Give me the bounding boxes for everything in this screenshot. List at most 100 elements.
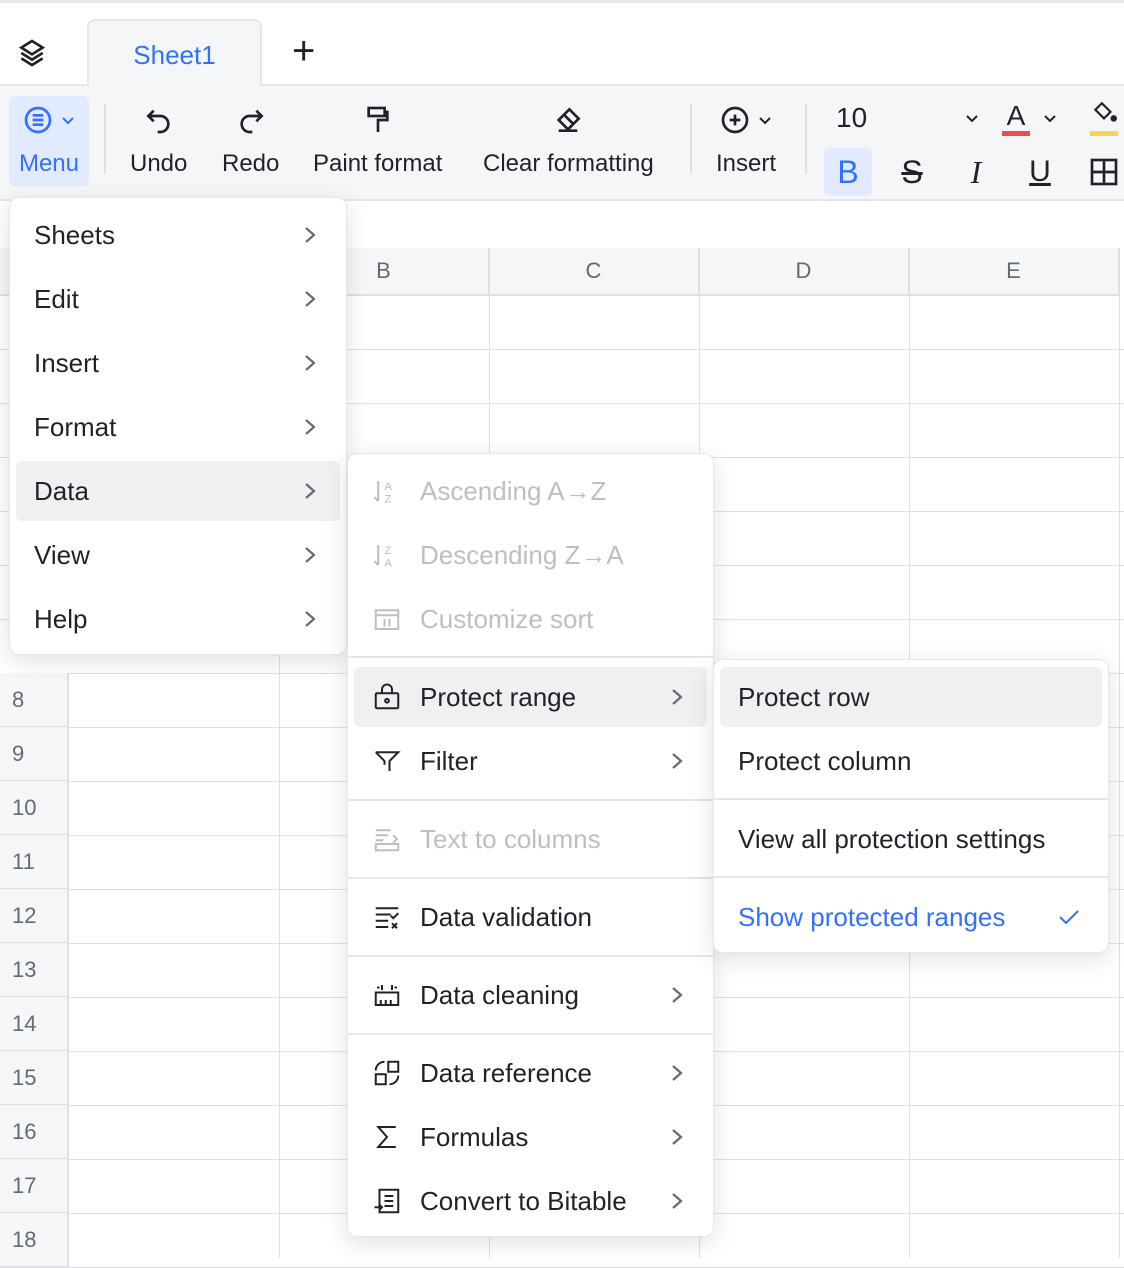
data-menu-item-formulas[interactable]: Formulas — [354, 1107, 707, 1167]
menu-item-sheets[interactable]: Sheets — [16, 205, 340, 265]
row-header[interactable]: 17 — [0, 1159, 69, 1213]
menu-item-label: Data cleaning — [420, 979, 579, 1010]
chevron-right-icon — [672, 1193, 683, 1209]
text-to-columns-icon — [374, 829, 400, 852]
data-menu-item-customize-sort[interactable]: Customize sort — [354, 589, 707, 649]
redo-button[interactable]: Redo — [216, 96, 285, 186]
italic-button[interactable]: I — [952, 148, 1000, 196]
chevron-right-icon — [305, 483, 316, 499]
text-color-button[interactable]: A — [1002, 98, 1066, 138]
menu-icon — [24, 106, 52, 134]
row-header[interactable]: 8 — [0, 673, 69, 727]
menu-item-label: Show protected ranges — [738, 901, 1006, 932]
fill-color-swatch — [1090, 131, 1118, 136]
svg-text:Z: Z — [385, 493, 392, 505]
row-header[interactable]: 18 — [0, 1213, 69, 1267]
column-header-e[interactable]: E — [909, 248, 1119, 296]
chevron-right-icon — [305, 227, 316, 243]
data-cleaning-icon — [374, 985, 400, 1006]
menu-divider — [714, 876, 1108, 878]
menu-item-format[interactable]: Format — [16, 397, 340, 457]
data-menu-item-descending-z-a[interactable]: Z A Descending Z→A — [354, 525, 707, 585]
redo-label: Redo — [222, 150, 280, 177]
undo-button[interactable]: Undo — [124, 96, 193, 186]
menu-item-label: Edit — [34, 283, 79, 314]
sigma-icon — [376, 1126, 396, 1148]
menu-item-label: Customize sort — [420, 603, 594, 634]
underline-button[interactable]: U — [1016, 148, 1064, 196]
chevron-right-icon — [305, 611, 316, 627]
menu-item-label: Insert — [34, 347, 100, 378]
menu-item-edit[interactable]: Edit — [16, 269, 340, 329]
row-header[interactable]: 13 — [0, 943, 69, 997]
sort-ascending-icon: AZ — [373, 481, 393, 505]
filter-icon — [375, 751, 401, 771]
strikethrough-button[interactable]: S — [888, 148, 936, 196]
data-menu-item-data-reference[interactable]: Data reference — [354, 1043, 707, 1103]
data-menu-item-filter[interactable]: Filter — [354, 731, 707, 791]
data-validation-icon — [375, 907, 399, 929]
menu-button[interactable]: Menu — [9, 96, 89, 186]
sort-descending-icon: ZA — [373, 545, 393, 569]
menu-divider — [348, 1033, 713, 1035]
undo-label: Undo — [130, 150, 188, 177]
menu-item-label: Sheets — [34, 219, 115, 250]
layers-icon[interactable] — [16, 37, 48, 69]
chevron-right-icon — [305, 355, 316, 371]
chevron-right-icon — [305, 419, 316, 435]
menu-item-label: Formulas — [420, 1121, 529, 1152]
row-header[interactable]: 10 — [0, 781, 69, 835]
data-menu-item-convert-to-bitable[interactable]: Convert to Bitable — [354, 1171, 707, 1231]
menu-item-label: Descending Z→A — [420, 539, 624, 570]
menu-item-label: Protect range — [420, 681, 577, 712]
protect-menu-item-show-protected-ranges[interactable]: Show protected ranges — [720, 887, 1102, 947]
row-header[interactable]: 15 — [0, 1051, 69, 1105]
data-reference-icon — [374, 1060, 400, 1086]
protect-menu-item-view-all-protection-settings[interactable]: View all protection settings — [720, 809, 1102, 869]
menu-item-help[interactable]: Help — [16, 589, 340, 649]
divider — [690, 104, 692, 174]
menu-item-data[interactable]: Data — [16, 461, 340, 521]
plus-circle-icon — [721, 106, 749, 134]
sheet-tab-bar: Sheet1 + — [0, 0, 1124, 89]
borders-icon[interactable] — [1088, 156, 1120, 188]
data-menu-item-data-validation[interactable]: Data validation — [354, 887, 707, 947]
menu-item-label: Data — [34, 475, 89, 506]
lock-icon — [374, 683, 400, 710]
insert-button[interactable]: Insert — [710, 96, 782, 186]
add-sheet-button[interactable]: + — [292, 29, 315, 74]
menu-divider — [348, 799, 713, 801]
data-menu-item-data-cleaning[interactable]: Data cleaning — [354, 965, 707, 1025]
clear-formatting-button[interactable]: Clear formatting — [477, 96, 660, 186]
row-header[interactable]: 11 — [0, 835, 69, 889]
chevron-right-icon — [305, 547, 316, 563]
sheet-tab-sheet1[interactable]: Sheet1 — [87, 19, 262, 89]
toolbar: Menu Undo Redo Paint format Clear format… — [0, 86, 1124, 201]
main-menu: Sheets Edit Insert Format Data View Help — [9, 197, 347, 655]
data-menu-item-text-to-columns[interactable]: Text to columns — [354, 809, 707, 869]
column-gridline — [1119, 248, 1120, 1258]
column-header-c[interactable]: C — [489, 248, 699, 296]
column-header-d[interactable]: D — [699, 248, 909, 296]
fill-color-button[interactable] — [1090, 100, 1118, 136]
menu-item-view[interactable]: View — [16, 525, 340, 585]
data-menu-item-protect-range[interactable]: Protect range — [354, 667, 707, 727]
menu-divider — [348, 656, 713, 658]
menu-item-label: Protect row — [738, 681, 870, 712]
protect-menu-item-protect-row[interactable]: Protect row — [720, 667, 1102, 727]
chevron-down-icon — [62, 117, 74, 125]
text-color-swatch — [1002, 130, 1030, 136]
font-size-select[interactable]: 10 — [826, 98, 986, 138]
protect-range-submenu: Protect row Protect column View all protec… — [713, 659, 1109, 953]
protect-menu-item-protect-column[interactable]: Protect column — [720, 731, 1102, 791]
bold-button[interactable]: B — [824, 148, 872, 196]
menu-item-label: Data validation — [420, 901, 592, 932]
menu-item-label: Convert to Bitable — [420, 1185, 627, 1216]
row-header[interactable]: 16 — [0, 1105, 69, 1159]
row-header[interactable]: 14 — [0, 997, 69, 1051]
menu-item-insert[interactable]: Insert — [16, 333, 340, 393]
row-header[interactable]: 9 — [0, 727, 69, 781]
paint-format-button[interactable]: Paint format — [307, 96, 448, 186]
row-header[interactable]: 12 — [0, 889, 69, 943]
data-menu-item-ascending-a-z[interactable]: A Z Ascending A→Z — [354, 461, 707, 521]
